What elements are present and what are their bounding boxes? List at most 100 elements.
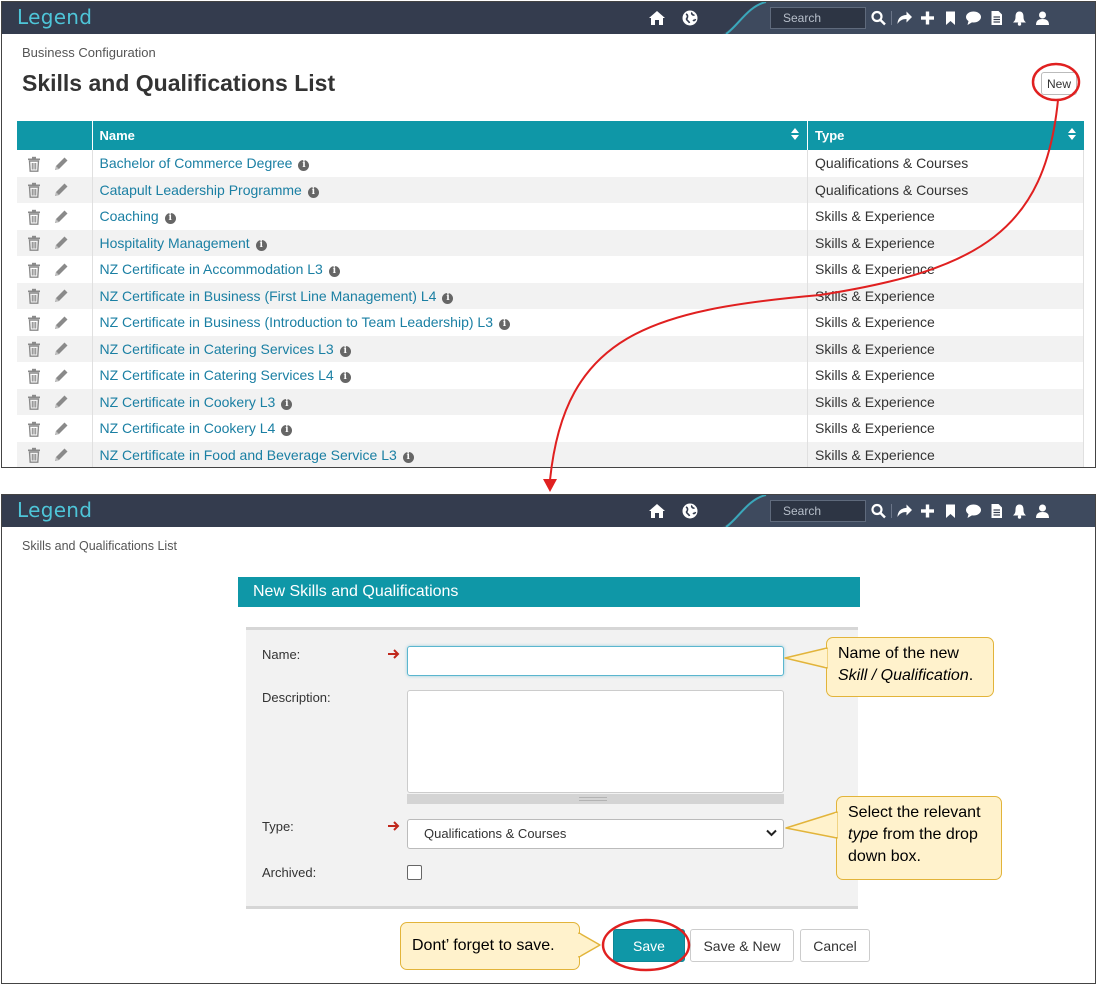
plus-icon[interactable] [919, 10, 936, 26]
trash-icon[interactable] [27, 341, 41, 358]
sort-icon[interactable] [1067, 128, 1076, 140]
trash-icon[interactable] [27, 368, 41, 384]
new-button[interactable]: New [1041, 72, 1077, 95]
required-arrow-icon [388, 821, 400, 831]
skill-name-link[interactable]: Bachelor of Commerce Degree [100, 155, 293, 171]
user-icon[interactable] [1034, 503, 1051, 519]
info-icon[interactable]: i [442, 292, 454, 304]
type-cell: Skills & Experience [807, 441, 1084, 467]
required-arrow-icon [388, 649, 400, 659]
info-icon[interactable]: i [281, 425, 293, 437]
skill-name-link[interactable]: NZ Certificate in Cookery L3 [100, 394, 276, 410]
info-icon[interactable]: i [255, 239, 267, 251]
name-column-header[interactable]: Name [92, 121, 808, 150]
skill-name-link[interactable]: NZ Certificate in Business (First Line M… [100, 288, 437, 304]
pencil-icon[interactable] [53, 341, 69, 357]
trash-icon[interactable] [27, 447, 41, 464]
trash-icon[interactable] [27, 156, 41, 172]
share-icon[interactable] [896, 10, 913, 26]
skill-name-link[interactable]: NZ Certificate in Cookery L4 [100, 420, 276, 436]
type-select[interactable]: Qualifications & Courses [407, 819, 784, 849]
type-column-header[interactable]: Type [807, 121, 1084, 150]
search-icon[interactable] [870, 503, 887, 519]
globe-icon[interactable] [681, 503, 699, 519]
name-input[interactable] [407, 646, 784, 676]
trash-icon[interactable] [27, 315, 41, 331]
info-icon[interactable]: i [298, 160, 310, 172]
trash-icon[interactable] [27, 182, 41, 199]
logo[interactable]: Legend [17, 5, 92, 29]
search-input[interactable]: Search [770, 7, 866, 29]
info-icon[interactable]: i [339, 345, 351, 357]
skill-name-link[interactable]: NZ Certificate in Catering Services L4 [100, 367, 334, 383]
pencil-icon[interactable] [53, 262, 69, 278]
user-icon[interactable] [1034, 10, 1051, 26]
skill-name-link[interactable]: Catapult Leadership Programme [100, 182, 302, 198]
table-row: NZ Certificate in Business (First Line M… [17, 282, 1084, 309]
save-and-new-button[interactable]: Save & New [690, 929, 794, 962]
search-input[interactable]: Search [770, 500, 866, 522]
pencil-icon[interactable] [53, 156, 69, 172]
trash-icon[interactable] [27, 235, 41, 252]
trash-icon[interactable] [27, 394, 41, 411]
share-icon[interactable] [896, 503, 913, 519]
top-navbar: Legend Search [2, 495, 1095, 527]
row-actions [17, 309, 93, 336]
globe-icon[interactable] [681, 10, 699, 26]
skill-name-link[interactable]: NZ Certificate in Catering Services L3 [100, 341, 334, 357]
actions-column-header [17, 121, 93, 150]
skill-name-link[interactable]: NZ Certificate in Accommodation L3 [100, 261, 323, 277]
trash-icon[interactable] [27, 421, 41, 437]
document-icon[interactable] [988, 503, 1005, 519]
type-callout-italic: type [848, 826, 879, 843]
bookmark-icon[interactable] [942, 10, 959, 26]
home-icon[interactable] [648, 10, 666, 26]
pencil-icon[interactable] [53, 368, 69, 384]
row-actions [17, 229, 93, 256]
pencil-icon[interactable] [53, 209, 69, 225]
document-icon[interactable] [988, 10, 1005, 26]
info-icon[interactable]: i [281, 398, 293, 410]
name-cell: NZ Certificate in Catering Services L4 i [92, 362, 808, 389]
plus-icon[interactable] [919, 503, 936, 519]
bell-icon[interactable] [1011, 503, 1028, 519]
info-icon[interactable]: i [402, 451, 414, 463]
cancel-button[interactable]: Cancel [800, 929, 870, 962]
breadcrumb[interactable]: Skills and Qualifications List [22, 539, 177, 553]
trash-icon[interactable] [27, 209, 41, 225]
skill-name-link[interactable]: NZ Certificate in Business (Introduction… [100, 314, 494, 330]
bell-icon[interactable] [1011, 10, 1028, 26]
trash-icon[interactable] [27, 262, 41, 278]
info-icon[interactable]: i [499, 319, 510, 331]
info-icon[interactable]: i [307, 186, 319, 198]
info-icon[interactable]: i [164, 213, 176, 225]
skill-name-link[interactable]: Coaching [100, 208, 159, 224]
pencil-icon[interactable] [53, 288, 69, 304]
info-icon[interactable]: i [339, 372, 351, 384]
textarea-resize-handle[interactable] [407, 794, 784, 804]
pencil-icon[interactable] [53, 235, 69, 251]
search-icon[interactable] [870, 10, 887, 26]
name-callout-italic: Skill / Qualification [838, 667, 969, 684]
logo[interactable]: Legend [17, 498, 92, 522]
home-icon[interactable] [648, 503, 666, 519]
save-button[interactable]: Save [613, 929, 685, 962]
archived-checkbox[interactable] [407, 865, 422, 880]
pencil-icon[interactable] [53, 182, 69, 198]
description-textarea[interactable] [407, 690, 784, 793]
sort-icon[interactable] [791, 128, 799, 140]
trash-icon[interactable] [27, 288, 41, 305]
skill-name-link[interactable]: NZ Certificate in Food and Beverage Serv… [100, 447, 397, 463]
breadcrumb[interactable]: Business Configuration [22, 45, 156, 60]
bookmark-icon[interactable] [942, 503, 959, 519]
pencil-icon[interactable] [53, 421, 69, 437]
chat-icon[interactable] [965, 10, 982, 26]
pencil-icon[interactable] [53, 447, 69, 463]
pencil-icon[interactable] [53, 315, 69, 331]
pencil-icon[interactable] [53, 394, 69, 410]
table-row: Catapult Leadership Programme i Qualificat… [17, 176, 1084, 203]
info-icon[interactable]: i [328, 266, 340, 278]
chat-icon[interactable] [965, 503, 982, 519]
type-cell: Skills & Experience [807, 229, 1084, 256]
skill-name-link[interactable]: Hospitality Management [100, 235, 250, 251]
